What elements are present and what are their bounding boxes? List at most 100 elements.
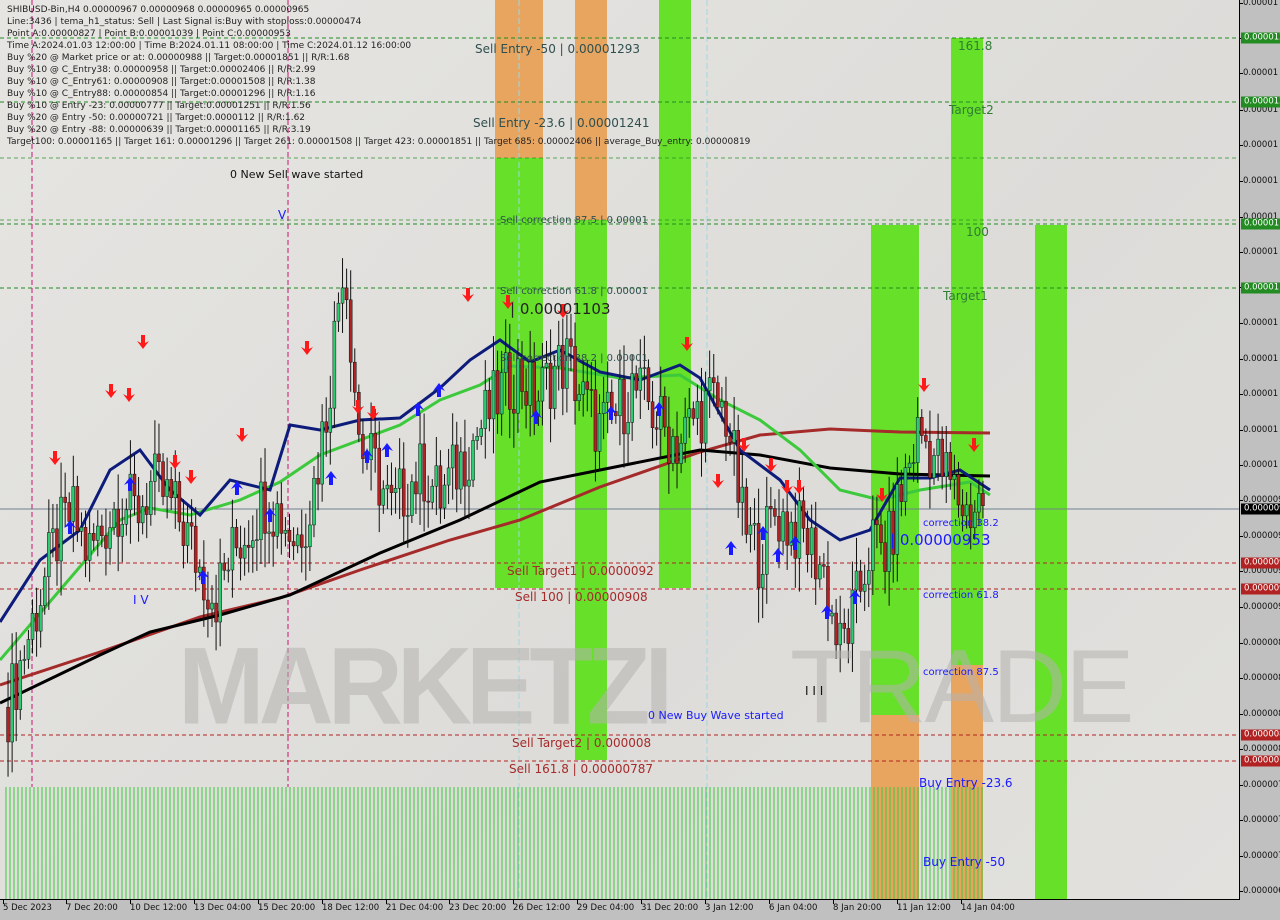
candle-body (813, 527, 818, 580)
time-tick-label: 31 Dec 20:00 (641, 900, 699, 913)
buy-target2-label: Target2 (949, 103, 994, 117)
symbol-ohlc: SHIBUSD-Bin,H4 0.00000967 0.00000968 0.0… (7, 5, 310, 15)
candle-body (777, 516, 781, 542)
candle-body (185, 522, 190, 546)
candle-body (377, 447, 381, 506)
candle-body (165, 479, 169, 497)
candle-body (622, 378, 626, 435)
candle-body (818, 564, 822, 580)
time-tick-label: 13 Dec 04:00 (194, 900, 252, 913)
sell-arrow-icon (352, 400, 364, 414)
candle-body (748, 524, 753, 535)
price-tick-label: 0.000008 (1240, 638, 1280, 648)
candle-body (226, 569, 231, 572)
candle-body (809, 527, 814, 555)
candle-body (618, 378, 622, 417)
buy-1618-label: 161.8 (958, 39, 993, 53)
sell-target2-label: Sell Target2 | 0.000008 (512, 736, 652, 750)
time-tick-label: 21 Dec 04:00 (386, 900, 444, 913)
candle-body (6, 706, 10, 743)
candle-body (206, 599, 210, 610)
price-tick-label: 0.000008 (1240, 744, 1280, 754)
candle-body (234, 527, 239, 549)
candle-body (765, 506, 769, 575)
time-tick-label: 26 Dec 12:00 (513, 900, 571, 913)
candle-body (577, 394, 581, 401)
candle-body (263, 481, 267, 534)
time-axis[interactable]: 5 Dec 2023 7 Dec 20:00 10 Dec 12:00 13 Dec … (0, 900, 1240, 920)
sell-entry-236-label: Sell Entry -23.6 | 0.00001241 (473, 116, 650, 130)
candle-body (100, 525, 104, 536)
price-tick-label: 0.00001 (1239, 176, 1279, 186)
candle-body (169, 479, 173, 499)
candle-body (87, 533, 92, 561)
candle-body (426, 500, 430, 503)
signal-zone (659, 0, 691, 588)
candle-body (948, 452, 953, 480)
candle-body (173, 481, 178, 499)
candle-body (450, 444, 455, 469)
candle-body (907, 462, 912, 468)
buy-arrow-icon (381, 443, 393, 457)
candle-body (495, 370, 500, 415)
candle-body (597, 413, 602, 452)
correction-875-label: correction 87.5 (923, 667, 999, 678)
candle-body (393, 488, 398, 493)
candle-body (924, 435, 928, 442)
price-tick-label: 0.00001 (1239, 354, 1279, 364)
candle-body (936, 438, 940, 456)
candle-body (964, 504, 969, 517)
wave-iv-label: I V (133, 593, 149, 607)
candle-body (871, 519, 875, 571)
info-line: Target100: 0.00001165 || Target 161: 0.0… (7, 137, 751, 147)
time-tick-label: 15 Dec 20:00 (258, 900, 316, 913)
candle-body (548, 362, 553, 409)
candle-body (977, 493, 981, 513)
sell-arrow-icon (301, 341, 313, 355)
candle-body (528, 361, 532, 406)
candle-body (459, 451, 463, 490)
candle-body (149, 481, 153, 515)
sell-target1-label: Sell Target1 | 0.0000092 (507, 564, 654, 578)
candle-body (467, 479, 471, 487)
candle-body (585, 381, 590, 390)
price-axis[interactable]: 0.00001 0.00001 0.00001 0.00001 0.00001 0.000… (1239, 0, 1280, 900)
candle-body (414, 481, 418, 495)
price-tick-label: 0.00001 (1239, 247, 1279, 257)
candle-body (406, 515, 410, 517)
time-tick-label: 6 Jan 04:00 (769, 900, 818, 913)
candle-body (132, 473, 137, 497)
candle-body (108, 527, 112, 549)
candle-body (773, 508, 777, 517)
candle-body (255, 539, 259, 541)
candle-body (181, 521, 186, 546)
candle-body (899, 484, 904, 502)
candle-body (679, 442, 683, 464)
candle-body (781, 511, 785, 542)
candle-body (336, 302, 341, 322)
candle-body (189, 522, 194, 527)
candle-body (320, 421, 324, 485)
candle-body (283, 530, 288, 534)
candle-body (410, 481, 414, 516)
candle-body (760, 574, 765, 589)
watermark-right: TRADE (790, 629, 1134, 745)
candle-body (650, 401, 655, 428)
candle-body (642, 367, 647, 369)
sell-arrow-icon (137, 335, 149, 349)
chart-plot-area[interactable]: MARKETZI TRADE SHIBUSD-Bin,H4 0.00000967… (0, 0, 1240, 900)
candle-body (487, 389, 492, 420)
candle-body (491, 370, 496, 420)
price-tick-label: 0.000007 (1240, 851, 1280, 861)
candle-body (940, 438, 944, 477)
candle-body (153, 453, 157, 482)
info-line: Buy %10 @ C_Entry88: 0.00000854 || Targe… (7, 89, 316, 99)
candle-body (63, 496, 67, 503)
candle-body (463, 451, 467, 487)
candle-body (720, 401, 724, 408)
candle-body (687, 408, 692, 418)
candle-body (43, 576, 47, 606)
sell-arrow-icon (462, 288, 474, 302)
info-line: Point A:0.00000827 | Point B:0.00001039 … (7, 29, 291, 39)
candle-body (287, 530, 292, 542)
